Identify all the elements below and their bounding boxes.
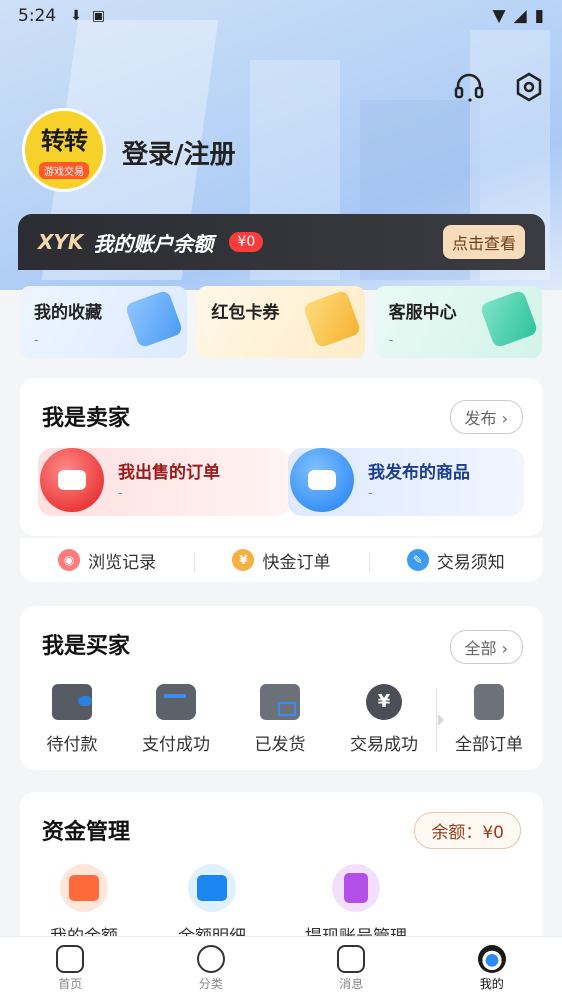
link-label: 交易须知 <box>436 552 505 573</box>
home-icon <box>56 945 85 973</box>
message-icon <box>337 945 366 973</box>
tab-home[interactable]: 首页 <box>0 937 141 999</box>
wallet-icon <box>52 684 92 720</box>
battery-icon: ▮ <box>534 6 544 26</box>
section-title: 我是买家 <box>42 628 131 660</box>
balance-title: 我的账户余额 <box>93 231 214 256</box>
view-balance-button[interactable]: 点击查看 <box>442 225 525 259</box>
all-orders-item[interactable]: 全部订单 <box>437 684 541 755</box>
document-icon <box>474 684 504 720</box>
order-card-label: 我出售的订单 <box>118 463 220 483</box>
seller-section: 我是卖家 发布 › 我出售的订单 - 我发布的商品 - <box>20 378 543 536</box>
message-card-icon <box>156 684 196 720</box>
my-published-goods[interactable]: 我发布的商品 - <box>288 448 524 516</box>
profile-icon <box>477 945 506 973</box>
yen-coin-icon: ¥ <box>366 684 402 720</box>
link-label: 快金订单 <box>262 552 331 573</box>
avatar[interactable]: 转转 游戏交易 <box>22 108 106 192</box>
status-time: 5:24 <box>18 6 57 26</box>
quick-cards: 我的收藏 - 红包卡券 客服中心 - <box>20 286 542 358</box>
download-icon: ⬇ <box>70 8 82 24</box>
wifi-icon: ▼ <box>492 6 506 26</box>
compass-icon <box>196 945 225 973</box>
buyer-item-label: 待付款 <box>46 735 98 755</box>
notebook-icon <box>332 864 380 912</box>
coupons-card[interactable]: 红包卡券 <box>197 286 365 358</box>
trade-success-item[interactable]: ¥ 交易成功 <box>332 684 436 755</box>
wallet-icon <box>60 864 108 912</box>
divider-arrow <box>436 688 444 752</box>
login-register-button[interactable]: 登录/注册 <box>122 134 236 171</box>
my-sold-orders[interactable]: 我出售的订单 - <box>38 448 290 516</box>
publish-button[interactable]: 发布 › <box>449 400 523 434</box>
balance-details-item[interactable]: 余额明细 <box>148 864 276 947</box>
trade-notice-link[interactable]: ✎ 交易须知 <box>368 548 543 573</box>
avatar-logo-text: 转转 <box>41 126 88 155</box>
section-title: 资金管理 <box>42 814 131 846</box>
section-title: 我是卖家 <box>42 400 131 432</box>
buyer-item-label: 支付成功 <box>142 735 210 755</box>
order-card-desc: - <box>118 486 123 501</box>
buyer-section: 我是买家 全部 › 待付款 支付成功 已发货 ¥ 交易成功 全部订单 <box>20 606 543 770</box>
settings-icon[interactable] <box>512 70 546 104</box>
avatar-logo-sub: 游戏交易 <box>39 162 89 179</box>
status-bar: 5:24 ⬇ ▣ ▼ ◢ ▮ <box>0 0 562 32</box>
balance-pill[interactable]: 余额：¥0 <box>414 812 521 849</box>
gamepad-icon <box>40 448 104 512</box>
pending-payment-item[interactable]: 待付款 <box>20 684 124 755</box>
eye-icon: ◉ <box>58 549 81 571</box>
tab-label: 消息 <box>339 977 364 991</box>
box-icon <box>260 684 300 720</box>
order-card-desc: - <box>368 486 373 501</box>
tab-label: 我的 <box>479 977 504 991</box>
tab-label: 首页 <box>58 977 83 991</box>
tab-category[interactable]: 分类 <box>141 937 282 999</box>
order-card-label: 我发布的商品 <box>368 463 470 483</box>
tab-mine[interactable]: 我的 <box>422 937 562 999</box>
signal-icon: ◢ <box>513 6 527 26</box>
buyer-item-label: 全部订单 <box>455 735 523 755</box>
chart-icon <box>188 864 236 912</box>
headset-icon[interactable] <box>452 70 486 104</box>
browse-history-link[interactable]: ◉ 浏览记录 <box>20 548 194 573</box>
account-balance-bar[interactable]: XYK 我的账户余额 ¥0 点击查看 <box>18 214 545 270</box>
bottom-tab-bar: 首页 分类 消息 我的 <box>0 936 562 999</box>
tab-messages[interactable]: 消息 <box>281 937 422 999</box>
tab-label: 分类 <box>198 977 223 991</box>
withdraw-account-item[interactable]: 提现账号管理 <box>276 864 436 947</box>
notification-icon: ▣ <box>91 8 106 24</box>
link-label: 浏览记录 <box>88 552 157 573</box>
seller-links: ◉ 浏览记录 ¥ 快金订单 ✎ 交易须知 <box>20 538 543 582</box>
edit-icon: ✎ <box>406 549 429 571</box>
brand-logo: XYK <box>38 230 84 254</box>
buyer-item-label: 已发货 <box>254 735 306 755</box>
yen-icon: ¥ <box>232 549 255 571</box>
balance-amount-badge: ¥0 <box>229 232 264 252</box>
quick-gold-orders-link[interactable]: ¥ 快金订单 <box>194 548 368 573</box>
customer-service-card[interactable]: 客服中心 - <box>374 286 542 358</box>
shopping-bag-icon <box>290 448 354 512</box>
all-orders-button[interactable]: 全部 › <box>449 630 523 664</box>
my-balance-item[interactable]: 我的余额 <box>20 864 148 947</box>
payment-success-item[interactable]: 支付成功 <box>124 684 228 755</box>
favorites-card[interactable]: 我的收藏 - <box>20 286 188 358</box>
buyer-item-label: 交易成功 <box>350 735 418 755</box>
shipped-item[interactable]: 已发货 <box>228 684 332 755</box>
